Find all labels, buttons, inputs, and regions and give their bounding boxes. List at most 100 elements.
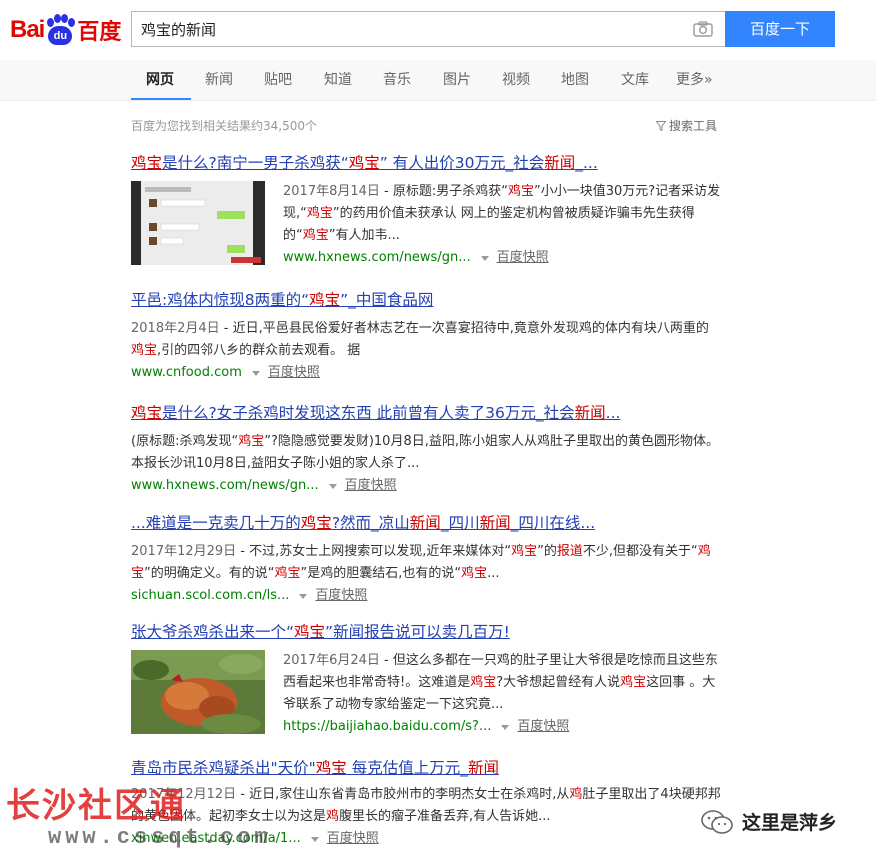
highlighted-term: 新闻: [479, 514, 511, 532]
text-segment: ...: [605, 404, 621, 422]
search-tools[interactable]: 搜索工具: [656, 117, 717, 134]
funnel-icon: [656, 120, 666, 131]
text-segment: ...难道是一克卖几十万的: [131, 514, 301, 532]
logo-text-du: du: [48, 26, 73, 45]
tab-video[interactable]: 视频: [502, 60, 530, 101]
category-nav: 网页 新闻 贴吧 知道 音乐 图片 视频 地图 文库 更多»: [0, 60, 876, 101]
search-tools-label: 搜索工具: [669, 119, 718, 133]
result-title[interactable]: 青岛市民杀鸡疑杀出"天价"鸡宝 每克估值上万元_新闻: [131, 758, 731, 778]
wechat-icon: [701, 809, 733, 834]
highlighted-term: 鸡宝: [302, 228, 329, 243]
text-segment: ”的明确定义。有的说“: [144, 566, 275, 581]
text-segment: ”有人加韦...: [328, 228, 400, 243]
text-segment: ?然而_凉山: [331, 514, 410, 532]
result-url[interactable]: sichuan.scol.com.cn/ls...: [131, 585, 289, 607]
tab-web[interactable]: 网页: [146, 60, 174, 101]
text-segment: ”_中国食品网: [340, 291, 434, 309]
text-segment: ...: [487, 566, 500, 581]
highlighted-term: 新闻: [467, 759, 499, 777]
result-url[interactable]: www.hxnews.com/news/gn...: [131, 475, 319, 497]
text-segment: ?大爷想起曾经有人说: [496, 675, 621, 690]
text-segment: 不少,但都没有关于“: [582, 544, 698, 559]
cache-link[interactable]: 百度快照: [345, 475, 397, 497]
tab-images[interactable]: 图片: [443, 60, 471, 101]
text-segment: ”是鸡的胆囊结石,也有的说“: [300, 566, 462, 581]
search-input[interactable]: [132, 12, 672, 46]
highlighted-term: 鸡宝: [131, 404, 163, 422]
result-title[interactable]: 鸡宝是什么?女子杀鸡时发现这东西 此前曾有人卖了36万元_社会新闻...: [131, 403, 731, 423]
caret-down-icon[interactable]: [310, 836, 319, 842]
result-item: 张大爷杀鸡杀出来一个“鸡宝”新闻报告说可以卖几百万! 2017年6月24日 - …: [131, 622, 731, 738]
text-segment: - 近日,平邑县民俗爱好者林志艺在一次喜宴招待中,竟意外发现鸡的体内有块八两重的: [219, 321, 709, 336]
highlighted-term: 鸡宝: [306, 206, 333, 221]
highlighted-term: 新闻: [574, 404, 606, 422]
tab-news[interactable]: 新闻: [205, 60, 233, 101]
result-date: 2017年12月29日: [131, 544, 237, 559]
text-segment: - 不过,苏女士上网搜索可以发现,近年来媒体对“: [236, 544, 512, 559]
highlighted-term: 鸡宝: [274, 566, 301, 581]
watermark-account: 这里是萍乡: [742, 812, 838, 834]
result-title[interactable]: ...难道是一克卖几十万的鸡宝?然而_凉山新闻_四川新闻_四川在线...: [131, 513, 731, 533]
highlighted-term: 鸡宝: [131, 154, 163, 172]
tab-more[interactable]: 更多»: [676, 60, 713, 101]
text-segment: 青岛市民杀鸡疑杀出"天价": [131, 759, 316, 777]
cache-link[interactable]: 百度快照: [315, 585, 367, 607]
caret-down-icon[interactable]: [251, 370, 260, 376]
text-segment: - 原标题:男子杀鸡获“: [379, 184, 508, 199]
tab-wenku[interactable]: 文库: [621, 60, 649, 101]
baidu-logo[interactable]: Bai du 百度: [10, 10, 121, 50]
result-url[interactable]: www.hxnews.com/news/gn...: [283, 247, 471, 269]
caret-down-icon[interactable]: [328, 483, 337, 489]
watermark-url: www.cssqt.com: [48, 825, 272, 850]
cache-link[interactable]: 百度快照: [517, 716, 569, 738]
tab-music[interactable]: 音乐: [383, 60, 411, 101]
highlighted-term: 鸡宝: [348, 154, 380, 172]
tab-zhidao[interactable]: 知道: [324, 60, 352, 101]
highlighted-term: 鸡宝: [470, 675, 497, 690]
cache-link[interactable]: 百度快照: [268, 362, 320, 384]
caret-down-icon[interactable]: [299, 593, 308, 599]
highlighted-term: 鸡宝: [461, 566, 488, 581]
caret-down-icon[interactable]: [501, 724, 510, 730]
highlighted-term: 鸡宝: [238, 434, 265, 449]
tab-map[interactable]: 地图: [561, 60, 589, 101]
result-abstract: (原标题:杀鸡发现“鸡宝”?隐隐感觉要发财)10月8日,益阳,陈小姐家人从鸡肚子…: [131, 434, 719, 471]
highlighted-term: 鸡: [326, 809, 340, 824]
result-thumbnail[interactable]: [131, 650, 265, 734]
text-segment: _四川: [440, 514, 480, 532]
watermark-right: 这里是萍乡: [700, 808, 837, 835]
result-title[interactable]: 鸡宝是什么?南宁一男子杀鸡获“鸡宝” 有人出价30万元_社会新闻_...: [131, 153, 731, 173]
result-item: ...难道是一克卖几十万的鸡宝?然而_凉山新闻_四川新闻_四川在线... 201…: [131, 513, 731, 607]
highlighted-term: 鸡宝: [294, 623, 326, 641]
cache-link[interactable]: 百度快照: [497, 247, 549, 269]
text-segment: ”的: [537, 544, 557, 559]
text-segment: 腹里长的瘤子准备丢弃,有人告诉她...: [339, 809, 551, 824]
highlighted-term: 鸡宝: [309, 291, 341, 309]
active-tab-underline: [131, 98, 191, 100]
tab-tieba[interactable]: 贴吧: [264, 60, 292, 101]
result-thumbnail[interactable]: [131, 181, 265, 265]
highlighted-term: 鸡宝: [315, 759, 347, 777]
result-title[interactable]: 平邑:鸡体内惊现8两重的“鸡宝”_中国食品网: [131, 290, 731, 310]
result-url[interactable]: https://baijiahao.baidu.com/s?...: [283, 716, 491, 738]
text-segment: 张大爷杀鸡杀出来一个“: [131, 623, 295, 641]
highlighted-term: 鸡宝: [507, 184, 534, 199]
result-url[interactable]: www.cnfood.com: [131, 362, 242, 384]
caret-down-icon[interactable]: [480, 255, 489, 261]
highlighted-term: 报道: [556, 544, 583, 559]
text-segment: 是什么?南宁一男子杀鸡获“: [162, 154, 349, 172]
result-item: 平邑:鸡体内惊现8两重的“鸡宝”_中国食品网 2018年2月4日 - 近日,平邑…: [131, 290, 731, 384]
watermark-left: 长沙社区通 www.cssqt.com: [6, 786, 272, 850]
text-segment: (原标题:杀鸡发现“: [131, 434, 239, 449]
text-segment: ”新闻报告说可以卖几百万!: [325, 623, 510, 641]
text-segment: - 近日,家住山东省青岛市胶州市的李明杰女士在杀鸡时,从: [236, 787, 570, 802]
header: Bai du 百度 百度一下: [0, 0, 876, 60]
text-segment: ” 有人出价30万元_社会: [379, 154, 545, 172]
result-item: 鸡宝是什么?南宁一男子杀鸡获“鸡宝” 有人出价30万元_社会新闻_... 201…: [131, 153, 731, 269]
search-button[interactable]: 百度一下: [725, 11, 835, 47]
result-title[interactable]: 张大爷杀鸡杀出来一个“鸡宝”新闻报告说可以卖几百万!: [131, 622, 731, 642]
cache-link[interactable]: 百度快照: [327, 828, 379, 850]
camera-icon[interactable]: [693, 21, 713, 37]
text-segment: _四川在线...: [510, 514, 596, 532]
text-segment: 是什么?女子杀鸡时发现这东西 此前曾有人卖了36万元_社会: [162, 404, 575, 422]
